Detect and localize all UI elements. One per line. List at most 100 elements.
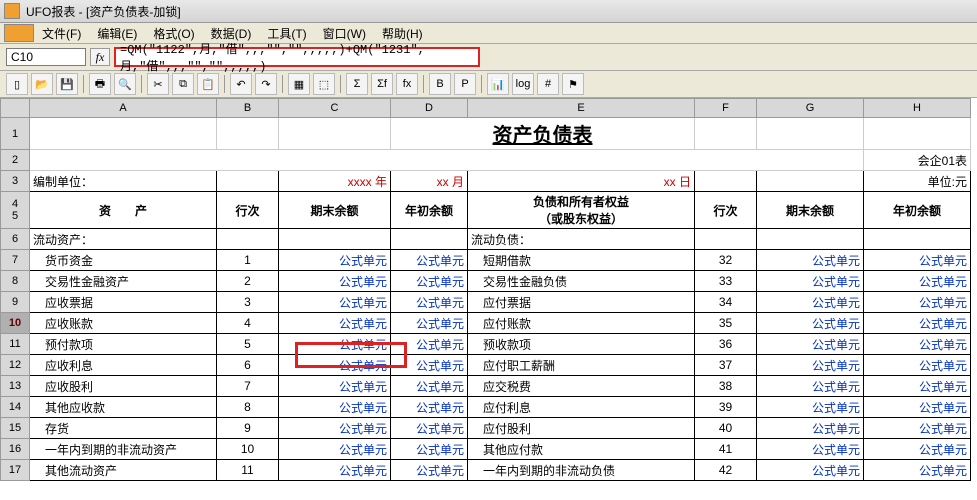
border-button[interactable]: ▦ [288, 73, 310, 95]
asset-name[interactable]: 其他流动资产 [30, 460, 217, 481]
formula-cell[interactable]: 公式单元 [757, 292, 864, 313]
asset-name[interactable]: 存货 [30, 418, 217, 439]
col-header[interactable]: F [695, 99, 757, 118]
formula-cell[interactable]: 公式单元 [279, 334, 391, 355]
col-header[interactable]: A [30, 99, 217, 118]
liab-name[interactable]: 短期借款 [468, 250, 695, 271]
row-header[interactable]: 7 [1, 250, 30, 271]
formula-cell[interactable]: 公式单元 [279, 271, 391, 292]
asset-name[interactable]: 应收票据 [30, 292, 217, 313]
liab-index[interactable]: 39 [695, 397, 757, 418]
formula-cell[interactable]: 公式单元 [757, 250, 864, 271]
row-header[interactable]: 17 [1, 460, 30, 481]
row-header[interactable]: 6 [1, 229, 30, 250]
asset-index[interactable]: 3 [217, 292, 279, 313]
formula-cell[interactable]: 公式单元 [757, 376, 864, 397]
liab-index[interactable]: 38 [695, 376, 757, 397]
asset-name[interactable]: 其他应收款 [30, 397, 217, 418]
row-header[interactable]: 2 [1, 150, 30, 171]
asset-index[interactable]: 11 [217, 460, 279, 481]
row-header[interactable]: 11 [1, 334, 30, 355]
liab-index[interactable]: 36 [695, 334, 757, 355]
liab-name[interactable]: 一年内到期的非流动负债 [468, 460, 695, 481]
liab-index[interactable]: 33 [695, 271, 757, 292]
liab-name[interactable]: 应付职工薪酬 [468, 355, 695, 376]
formula-input[interactable]: =QM("1122",月,"借",,,"","",,,,,)+QM("1231"… [114, 47, 480, 67]
col-header[interactable]: H [864, 99, 971, 118]
asset-index[interactable]: 2 [217, 271, 279, 292]
formula-cell[interactable]: 公式单元 [391, 271, 468, 292]
asset-index[interactable]: 10 [217, 439, 279, 460]
formula-cell[interactable]: 公式单元 [279, 418, 391, 439]
asset-index[interactable]: 8 [217, 397, 279, 418]
formula-cell[interactable]: 公式单元 [864, 376, 971, 397]
sigma-button[interactable]: Σf [371, 73, 393, 95]
asset-index[interactable]: 7 [217, 376, 279, 397]
liab-name[interactable]: 应付股利 [468, 418, 695, 439]
formula-cell[interactable]: 公式单元 [757, 460, 864, 481]
hash-button[interactable]: # [537, 73, 559, 95]
formula-cell[interactable]: 公式单元 [279, 313, 391, 334]
formula-cell[interactable]: 公式单元 [391, 355, 468, 376]
asset-name[interactable]: 预付款项 [30, 334, 217, 355]
formula-cell[interactable]: 公式单元 [864, 355, 971, 376]
row-header[interactable]: 3 [1, 171, 30, 192]
chart-button[interactable]: 📊 [487, 73, 509, 95]
formula-cell[interactable]: 公式单元 [391, 397, 468, 418]
liab-name[interactable]: 应付利息 [468, 397, 695, 418]
liab-index[interactable]: 34 [695, 292, 757, 313]
spreadsheet[interactable]: ABCDEFGH 1 资产负债表 2 会企01表 3 编制单位： xxxx 年 … [0, 98, 971, 481]
row-header[interactable]: 14 [1, 397, 30, 418]
row-header[interactable]: 9 [1, 292, 30, 313]
formula-cell[interactable]: 公式单元 [391, 292, 468, 313]
bold-button[interactable]: B [429, 73, 451, 95]
asset-name[interactable]: 应收利息 [30, 355, 217, 376]
formula-cell[interactable]: 公式单元 [864, 292, 971, 313]
col-header[interactable]: E [468, 99, 695, 118]
liab-index[interactable]: 37 [695, 355, 757, 376]
asset-index[interactable]: 5 [217, 334, 279, 355]
flag-button[interactable]: ⚑ [562, 73, 584, 95]
menu-file[interactable]: 文件(F) [34, 23, 89, 44]
liab-name[interactable]: 应付票据 [468, 292, 695, 313]
asset-index[interactable]: 6 [217, 355, 279, 376]
p-button[interactable]: P [454, 73, 476, 95]
formula-cell[interactable]: 公式单元 [757, 418, 864, 439]
formula-cell[interactable]: 公式单元 [279, 439, 391, 460]
print-button[interactable]: 🖶 [89, 73, 111, 95]
row-header[interactable]: 13 [1, 376, 30, 397]
redo-button[interactable]: ↷ [255, 73, 277, 95]
col-header[interactable]: C [279, 99, 391, 118]
asset-index[interactable]: 4 [217, 313, 279, 334]
row-header[interactable]: 8 [1, 271, 30, 292]
formula-cell[interactable]: 公式单元 [391, 460, 468, 481]
formula-cell[interactable]: 公式单元 [757, 313, 864, 334]
formula-cell[interactable]: 公式单元 [279, 460, 391, 481]
new-button[interactable]: ▯ [6, 73, 28, 95]
formula-cell[interactable]: 公式单元 [757, 334, 864, 355]
copy-button[interactable]: ⧉ [172, 73, 194, 95]
col-header[interactable]: G [757, 99, 864, 118]
liab-index[interactable]: 32 [695, 250, 757, 271]
col-header[interactable]: D [391, 99, 468, 118]
formula-cell[interactable]: 公式单元 [279, 250, 391, 271]
row-header[interactable]: 15 [1, 418, 30, 439]
formula-cell[interactable]: 公式单元 [391, 376, 468, 397]
sheet-area[interactable]: ABCDEFGH 1 资产负债表 2 会企01表 3 编制单位： xxxx 年 … [0, 98, 977, 500]
formula-cell[interactable]: 公式单元 [279, 355, 391, 376]
formula-cell[interactable]: 公式单元 [864, 418, 971, 439]
formula-cell[interactable]: 公式单元 [391, 418, 468, 439]
cut-button[interactable]: ✂ [147, 73, 169, 95]
cell-reference[interactable]: C10 [6, 48, 86, 66]
formula-cell[interactable]: 公式单元 [391, 334, 468, 355]
row-header[interactable]: 1 [1, 118, 30, 150]
liab-name[interactable]: 应付账款 [468, 313, 695, 334]
formula-cell[interactable]: 公式单元 [864, 313, 971, 334]
formula-cell[interactable]: 公式单元 [279, 376, 391, 397]
liab-name[interactable]: 其他应付款 [468, 439, 695, 460]
undo-button[interactable]: ↶ [230, 73, 252, 95]
formula-cell[interactable]: 公式单元 [757, 355, 864, 376]
formula-cell[interactable]: 公式单元 [864, 439, 971, 460]
liab-name[interactable]: 预收款项 [468, 334, 695, 355]
asset-name[interactable]: 交易性金融资产 [30, 271, 217, 292]
